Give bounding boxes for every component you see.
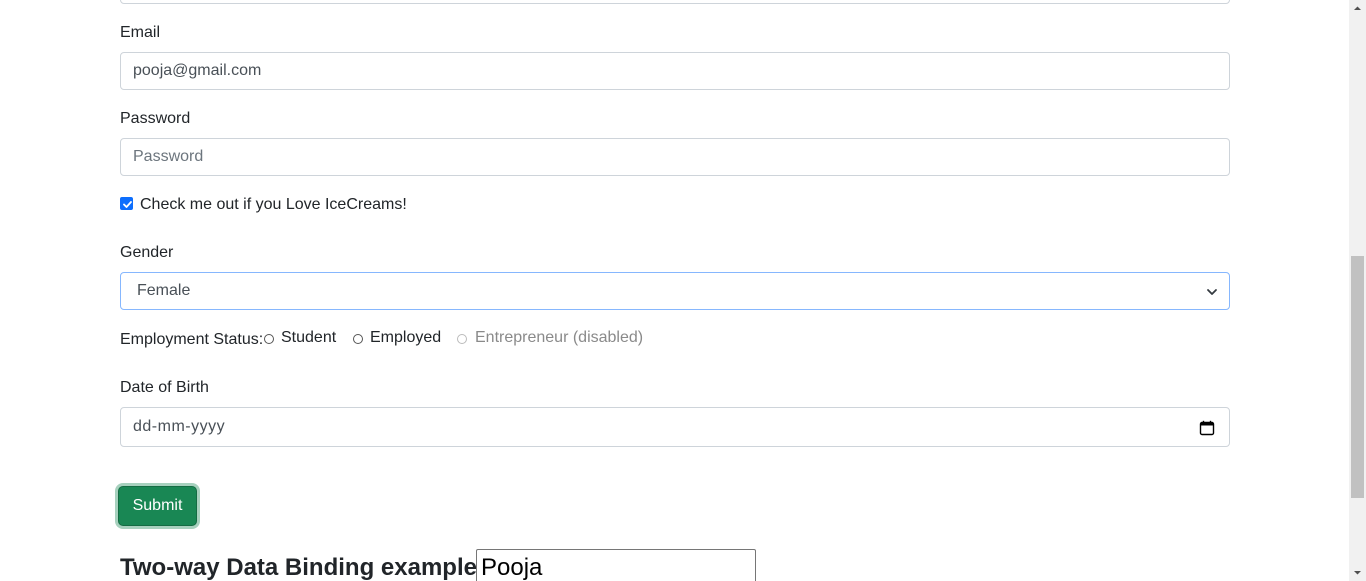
dob-date-field[interactable]: dd-mm-yyyy <box>120 407 1230 447</box>
scroll-up-arrow-icon[interactable] <box>1349 0 1366 17</box>
two-way-input[interactable]: Pooja <box>476 549 756 581</box>
radio-entrepreneur <box>457 334 467 344</box>
chevron-down-icon <box>1207 289 1217 295</box>
previous-field[interactable] <box>120 0 1230 4</box>
radio-student-label[interactable]: Student <box>281 329 336 347</box>
calendar-icon[interactable] <box>1199 420 1215 436</box>
scroll-down-arrow-icon[interactable] <box>1349 564 1366 581</box>
password-label: Password <box>120 110 191 127</box>
email-value: pooja@gmail.com <box>133 62 262 79</box>
icecream-checkbox[interactable] <box>120 197 133 210</box>
employment-status-label: Employment Status: <box>120 331 264 348</box>
password-placeholder: Password <box>133 148 204 165</box>
email-field[interactable]: pooja@gmail.com <box>120 52 1230 90</box>
gender-selected-value: Female <box>137 282 191 299</box>
radio-employed-label[interactable]: Employed <box>370 329 441 347</box>
radio-student[interactable] <box>264 334 274 344</box>
dob-placeholder: dd-mm-yyyy <box>133 418 226 435</box>
gender-select[interactable]: Female <box>120 272 1230 310</box>
gender-label: Gender <box>120 244 174 261</box>
radio-employed[interactable] <box>353 334 363 344</box>
password-field[interactable]: Password <box>120 138 1230 176</box>
check-icon <box>123 201 132 208</box>
dob-label: Date of Birth <box>120 379 209 396</box>
radio-entrepreneur-label: Entrepreneur (disabled) <box>475 329 644 346</box>
vertical-scrollbar[interactable] <box>1349 0 1366 581</box>
scrollbar-thumb[interactable] <box>1351 256 1364 498</box>
two-way-heading: Two-way Data Binding example: <box>120 554 485 581</box>
icecream-checkbox-label[interactable]: Check me out if you Love IceCreams! <box>140 195 407 215</box>
submit-button[interactable]: Submit <box>118 486 197 526</box>
form-page: Email pooja@gmail.com Password Password … <box>0 0 1349 581</box>
email-label: Email <box>120 24 161 41</box>
